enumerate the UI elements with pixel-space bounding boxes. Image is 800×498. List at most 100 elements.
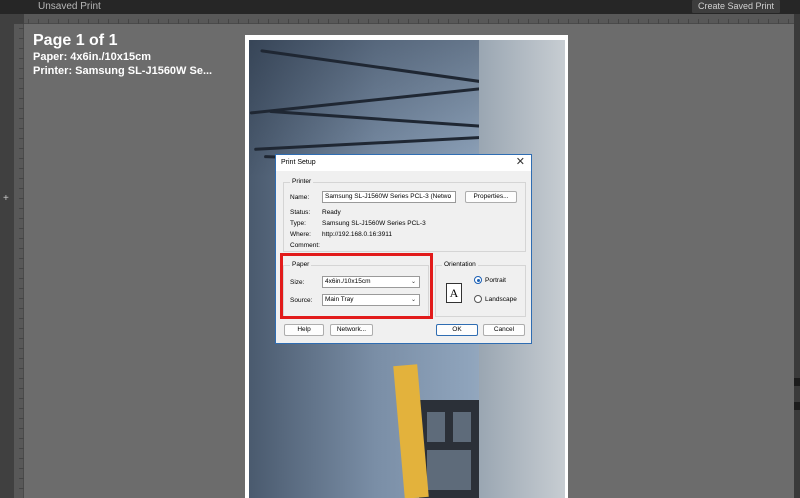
- dialog-title: Print Setup: [281, 159, 316, 166]
- printer-name-select[interactable]: Samsung SL-J1560W Series PCL-3 (Netwo ⌄: [322, 191, 456, 203]
- ruler-tick: [19, 348, 24, 349]
- ruler-tick: [768, 19, 769, 24]
- ruler-tick: [438, 19, 439, 24]
- ruler-tick: [19, 48, 24, 49]
- ruler-tick: [19, 248, 24, 249]
- ruler-tick: [178, 19, 179, 24]
- ruler-tick: [19, 158, 24, 159]
- ruler-tick: [638, 19, 639, 24]
- create-saved-print-button[interactable]: Create Saved Print: [691, 0, 780, 13]
- top-ruler: [24, 14, 800, 24]
- ruler-tick: [19, 368, 24, 369]
- ruler-tick: [108, 19, 109, 24]
- ruler-tick: [118, 19, 119, 24]
- ruler-tick: [428, 19, 429, 24]
- ruler-tick: [248, 19, 249, 24]
- ruler-tick: [19, 428, 24, 429]
- ruler-tick: [19, 398, 24, 399]
- plus-icon[interactable]: +: [3, 194, 9, 204]
- ruler-tick: [648, 19, 649, 24]
- ruler-tick: [578, 19, 579, 24]
- ok-button[interactable]: OK: [436, 324, 478, 336]
- help-button[interactable]: Help: [284, 324, 324, 336]
- ruler-tick: [19, 38, 24, 39]
- right-panel-edge: [794, 14, 800, 498]
- ruler-tick: [19, 308, 24, 309]
- ruler-tick: [728, 19, 729, 24]
- ruler-tick: [19, 388, 24, 389]
- ruler-tick: [19, 138, 24, 139]
- ruler-tick: [19, 68, 24, 69]
- ruler-tick: [688, 19, 689, 24]
- ruler-tick: [19, 78, 24, 79]
- ruler-tick: [19, 288, 24, 289]
- ruler-tick: [608, 19, 609, 24]
- ruler-tick: [668, 19, 669, 24]
- ruler-tick: [19, 358, 24, 359]
- ruler-tick: [788, 19, 789, 24]
- ruler-tick: [19, 198, 24, 199]
- ruler-tick: [19, 268, 24, 269]
- ruler-tick: [19, 418, 24, 419]
- ruler-tick: [19, 58, 24, 59]
- paper-settings-highlight: [280, 253, 433, 319]
- ruler-tick: [19, 298, 24, 299]
- ruler-tick: [448, 19, 449, 24]
- ruler-tick: [508, 19, 509, 24]
- ruler-tick: [598, 19, 599, 24]
- ruler-tick: [398, 19, 399, 24]
- ruler-tick: [468, 19, 469, 24]
- status-label: Status:: [290, 209, 311, 216]
- network-button[interactable]: Network...: [330, 324, 373, 336]
- landscape-label[interactable]: Landscape: [485, 296, 517, 303]
- ruler-tick: [19, 378, 24, 379]
- title-bar: Unsaved Print Create Saved Print: [0, 0, 800, 14]
- ruler-tick: [568, 19, 569, 24]
- ruler-tick: [148, 19, 149, 24]
- portrait-radio[interactable]: [474, 276, 482, 284]
- close-icon[interactable]: ✕: [516, 157, 525, 168]
- ruler-tick: [238, 19, 239, 24]
- ruler-tick: [278, 19, 279, 24]
- properties-button[interactable]: Properties...: [465, 191, 517, 203]
- ruler-tick: [19, 218, 24, 219]
- ruler-tick: [488, 19, 489, 24]
- portrait-label[interactable]: Portrait: [485, 277, 506, 284]
- ruler-tick: [258, 19, 259, 24]
- document-title: Unsaved Print: [38, 1, 101, 12]
- ruler-tick: [19, 88, 24, 89]
- ruler-tick: [708, 19, 709, 24]
- ruler-tick: [98, 19, 99, 24]
- ruler-tick: [738, 19, 739, 24]
- ruler-tick: [158, 19, 159, 24]
- ruler-tick: [458, 19, 459, 24]
- ruler-tick: [498, 19, 499, 24]
- landscape-radio[interactable]: [474, 295, 482, 303]
- ruler-tick: [19, 228, 24, 229]
- ruler-tick: [538, 19, 539, 24]
- ruler-tick: [19, 448, 24, 449]
- cancel-button[interactable]: Cancel: [483, 324, 525, 336]
- ruler-tick: [618, 19, 619, 24]
- ruler-tick: [28, 19, 29, 24]
- name-label: Name:: [290, 194, 310, 201]
- ruler-tick: [58, 19, 59, 24]
- ruler-tick: [628, 19, 629, 24]
- ruler-tick: [128, 19, 129, 24]
- page-count: Page 1 of 1: [33, 32, 118, 49]
- ruler-tick: [528, 19, 529, 24]
- paper-info: Paper: 4x6in./10x15cm: [33, 51, 152, 63]
- ruler-tick: [658, 19, 659, 24]
- ruler-tick: [718, 19, 719, 24]
- ruler-tick: [19, 98, 24, 99]
- ruler-tick: [48, 19, 49, 24]
- ruler-tick: [19, 28, 24, 29]
- dialog-title-bar: Print Setup ✕: [276, 155, 531, 171]
- ruler-tick: [19, 278, 24, 279]
- ruler-tick: [378, 19, 379, 24]
- ruler-tick: [548, 19, 549, 24]
- ruler-tick: [19, 458, 24, 459]
- ruler-tick: [19, 148, 24, 149]
- comment-label: Comment:: [290, 242, 320, 249]
- ruler-tick: [19, 238, 24, 239]
